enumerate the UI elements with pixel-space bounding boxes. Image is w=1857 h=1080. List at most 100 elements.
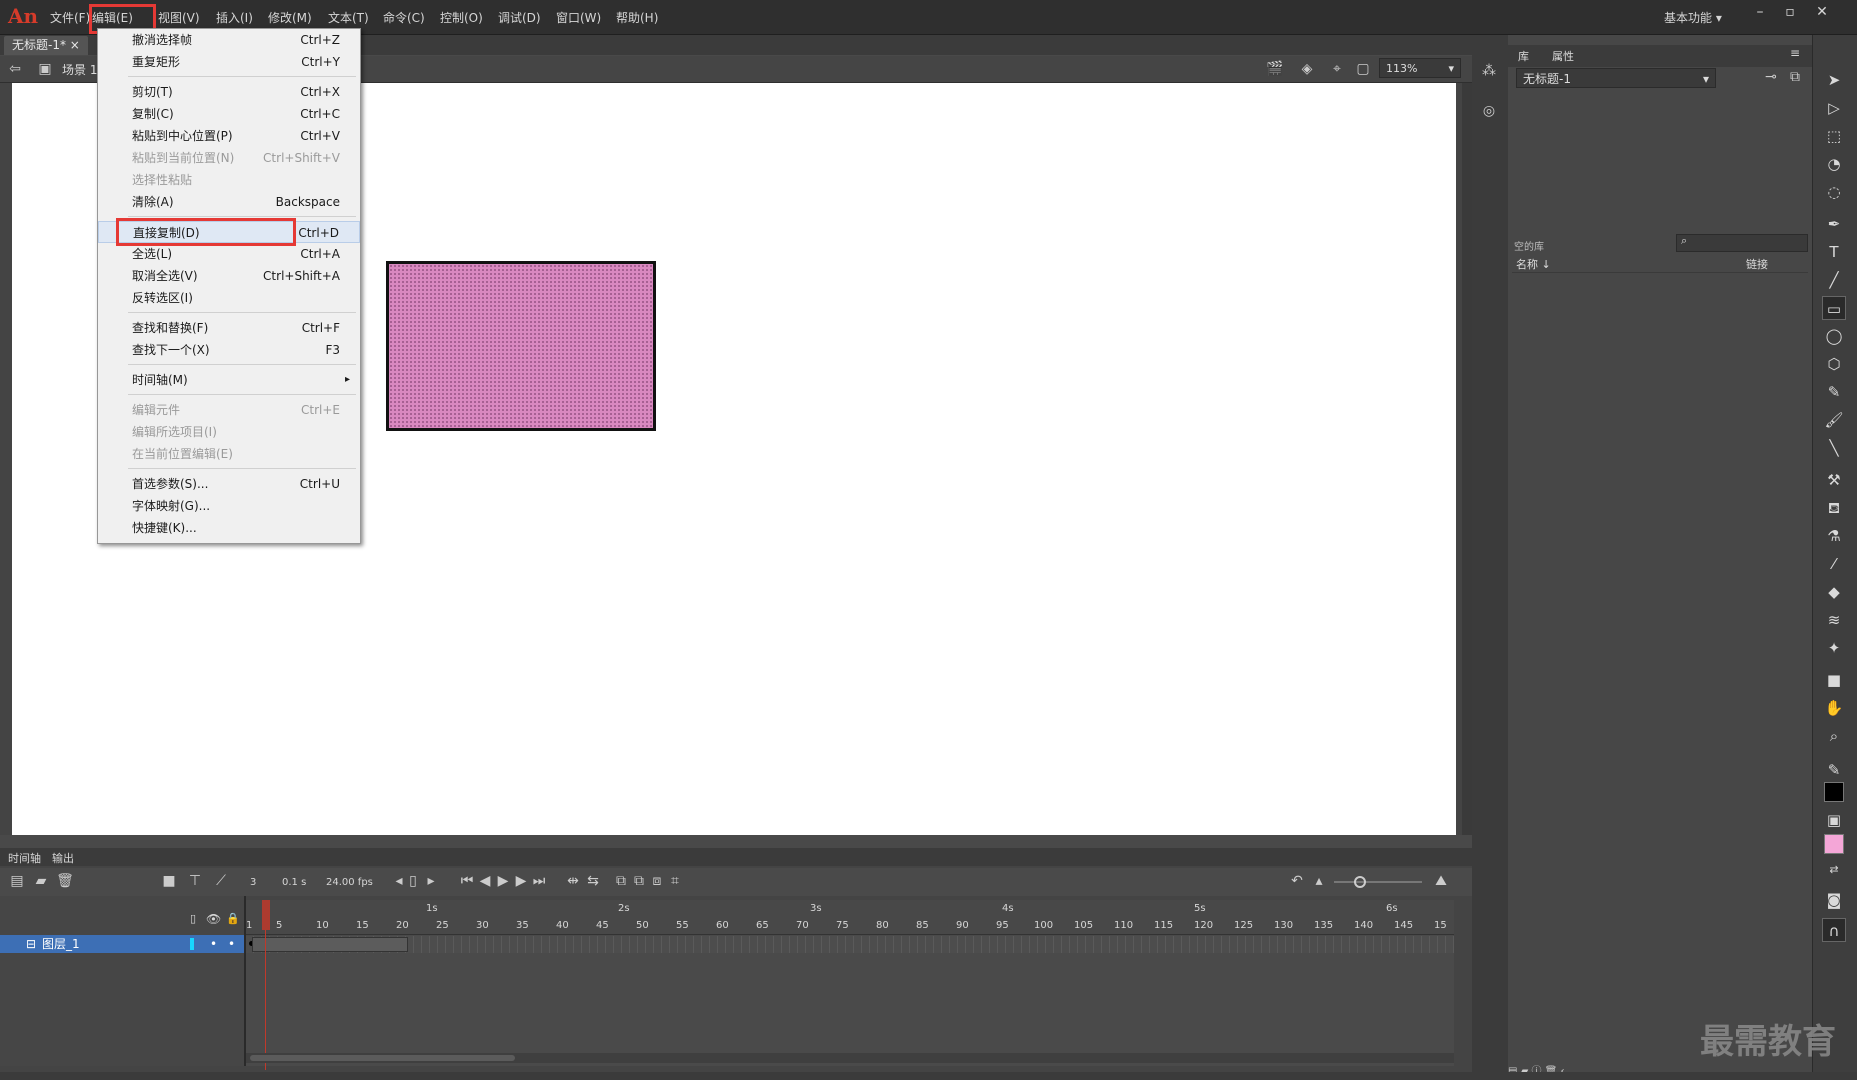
subselection-tool-icon[interactable]: ▷	[1822, 96, 1846, 120]
stroke-color-icon[interactable]: ✎	[1822, 758, 1846, 782]
frame-ruler[interactable]: 1s 2s 3s 4s 5s 6s 1 5 10 15 20 25 30 35 …	[246, 900, 1454, 935]
onion-skin-icon[interactable]: ⧉	[612, 872, 630, 890]
zoom-out-icon[interactable]: ▴	[1310, 872, 1328, 890]
step-forward-icon[interactable]: ▶	[512, 872, 530, 890]
next-keyframe-icon[interactable]: ▸	[422, 872, 440, 890]
camera-icon[interactable]: ■	[160, 872, 178, 890]
rectangle-tool-icon[interactable]: ▭	[1822, 296, 1846, 320]
timeline-zoom-slider[interactable]	[1334, 881, 1422, 883]
clapper-icon[interactable]: 🎬	[1266, 60, 1284, 78]
graph-icon[interactable]: ⟋	[212, 872, 230, 890]
menu-commands[interactable]: 命令(C)	[383, 9, 425, 27]
pin-icon[interactable]: ⊸	[1762, 68, 1780, 86]
frame-span[interactable]	[252, 937, 408, 952]
menu-view[interactable]: 视图(V)	[158, 9, 200, 27]
tab-output[interactable]: 输出	[52, 850, 74, 866]
zoom-tool-icon[interactable]: ⌕	[1822, 724, 1846, 748]
tab-library[interactable]: 库	[1518, 48, 1529, 64]
asset-warp-tool-icon[interactable]: ✦	[1822, 636, 1846, 660]
bone-tool-icon[interactable]: ⚒	[1822, 468, 1846, 492]
current-frame[interactable]: 3	[250, 877, 256, 888]
layer-color-swatch[interactable]	[190, 938, 194, 950]
frame-rate[interactable]: 24.00 fps	[326, 877, 373, 888]
menu-window[interactable]: 窗口(W)	[556, 9, 601, 27]
menu-modify[interactable]: 修改(M)	[268, 9, 312, 27]
minimize-button[interactable]: –	[1748, 4, 1772, 24]
menu-item-shortcuts[interactable]: 快捷键(K)...	[98, 517, 360, 539]
menu-item-select-all[interactable]: 全选(L) Ctrl+A	[98, 243, 360, 265]
menu-item-deselect-all[interactable]: 取消全选(V) Ctrl+Shift+A	[98, 265, 360, 287]
menu-item-invert-selection[interactable]: 反转选区(I)	[98, 287, 360, 309]
polystar-tool-icon[interactable]: ⬡	[1822, 352, 1846, 376]
snap-magnet-icon[interactable]: ∩	[1822, 918, 1846, 942]
menu-item-find-replace[interactable]: 查找和替换(F) Ctrl+F	[98, 317, 360, 339]
menu-insert[interactable]: 插入(I)	[216, 9, 253, 27]
new-library-panel-icon[interactable]: ⧉	[1786, 68, 1804, 86]
paint-bucket-tool-icon[interactable]: ⛾	[1822, 496, 1846, 520]
clip-stage-icon[interactable]: ▢	[1354, 60, 1372, 78]
edit-symbols-icon[interactable]: ◈	[1298, 60, 1316, 78]
parent-view-icon[interactable]: ⊤	[186, 872, 204, 890]
close-button[interactable]: ✕	[1810, 4, 1834, 24]
zoom-in-icon[interactable]: ⛰	[1432, 872, 1450, 890]
stroke-color-swatch[interactable]	[1824, 782, 1844, 802]
layer-frames-row[interactable]	[246, 936, 1454, 953]
fill-color-icon[interactable]: ▣	[1822, 808, 1846, 832]
playhead[interactable]	[262, 900, 270, 930]
hand-tool-icon[interactable]: ✋	[1822, 696, 1846, 720]
lasso-tool-icon[interactable]: ◌	[1822, 180, 1846, 204]
edit-multiple-icon[interactable]: ⧈	[648, 872, 666, 890]
column-linkage[interactable]: 链接	[1746, 256, 1768, 272]
layer-row[interactable]: ⊟ 图层_1 • •	[0, 935, 244, 953]
eye-icon[interactable]: 👁	[206, 912, 221, 926]
pencil-tool-icon[interactable]: ✎	[1822, 380, 1846, 404]
last-frame-icon[interactable]: ⏭	[530, 872, 548, 890]
paint-brush-tool-icon[interactable]: 🖌	[1822, 408, 1846, 432]
first-frame-icon[interactable]: ⏮	[458, 872, 476, 890]
text-tool-icon[interactable]: T	[1822, 240, 1846, 264]
center-stage-icon[interactable]: ⌖	[1328, 60, 1346, 78]
menu-item-clear[interactable]: 清除(A) Backspace	[98, 191, 360, 213]
workspace-switcher[interactable]: 基本功能 ▾	[1664, 9, 1722, 26]
library-document-select[interactable]: 无标题-1 ▾	[1516, 68, 1716, 88]
width-tool-icon[interactable]: ≋	[1822, 608, 1846, 632]
oval-tool-icon[interactable]: ◯	[1822, 324, 1846, 348]
zoom-select[interactable]: 113% ▾	[1379, 58, 1461, 78]
loop-icon[interactable]: ⇹	[564, 872, 582, 890]
selection-tool-icon[interactable]: ➤	[1822, 68, 1846, 92]
menu-item-timeline[interactable]: 时间轴(M) ▸	[98, 369, 360, 391]
document-tab[interactable]: 无标题-1* ×	[4, 36, 88, 55]
step-back-icon[interactable]: ◀	[476, 872, 494, 890]
new-folder-icon[interactable]: ▰	[32, 872, 50, 890]
assets-icon[interactable]: ⁂	[1480, 62, 1498, 80]
3d-rotation-tool-icon[interactable]: ◔	[1822, 152, 1846, 176]
menu-item-undo[interactable]: 撤消选择帧 Ctrl+Z	[98, 29, 360, 51]
layer-name[interactable]: 图层_1	[42, 935, 80, 953]
menu-item-redo[interactable]: 重复矩形 Ctrl+Y	[98, 51, 360, 73]
swap-colors-icon[interactable]: ⇄	[1822, 858, 1846, 882]
menu-item-paste-center[interactable]: 粘贴到中心位置(P) Ctrl+V	[98, 125, 360, 147]
menu-control[interactable]: 控制(O)	[440, 9, 483, 27]
new-layer-icon[interactable]: ▤	[8, 872, 26, 890]
menu-file[interactable]: 文件(F)	[50, 9, 90, 27]
elapsed-time[interactable]: 0.1 s	[282, 877, 306, 888]
undo-zoom-icon[interactable]: ↶	[1288, 872, 1306, 890]
stage-vertical-scrollbar[interactable]	[1462, 83, 1472, 835]
onion-markers-icon[interactable]: ⌗	[666, 872, 684, 890]
tab-timeline[interactable]: 时间轴	[8, 850, 41, 866]
back-arrow-icon[interactable]: ⇦	[6, 60, 24, 78]
panel-menu-icon[interactable]: ≡	[1790, 46, 1800, 60]
ink-bottle-tool-icon[interactable]: ⚗	[1822, 524, 1846, 548]
delete-layer-icon[interactable]: 🗑	[56, 872, 74, 890]
menu-item-copy[interactable]: 复制(C) Ctrl+C	[98, 103, 360, 125]
eyedropper-tool-icon[interactable]: ⁄	[1822, 552, 1846, 576]
object-drawing-icon[interactable]: ◙	[1822, 888, 1846, 912]
selected-rectangle-shape[interactable]	[386, 261, 656, 431]
menu-item-cut[interactable]: 剪切(T) Ctrl+X	[98, 81, 360, 103]
line-tool-icon[interactable]: ╱	[1822, 268, 1846, 292]
menu-debug[interactable]: 调试(D)	[498, 9, 541, 27]
close-tab-icon[interactable]: ×	[70, 38, 80, 52]
play-icon[interactable]: ▶	[494, 872, 512, 890]
camera-tool-icon[interactable]: ■	[1822, 668, 1846, 692]
scene-label[interactable]: 场景 1	[62, 61, 97, 78]
